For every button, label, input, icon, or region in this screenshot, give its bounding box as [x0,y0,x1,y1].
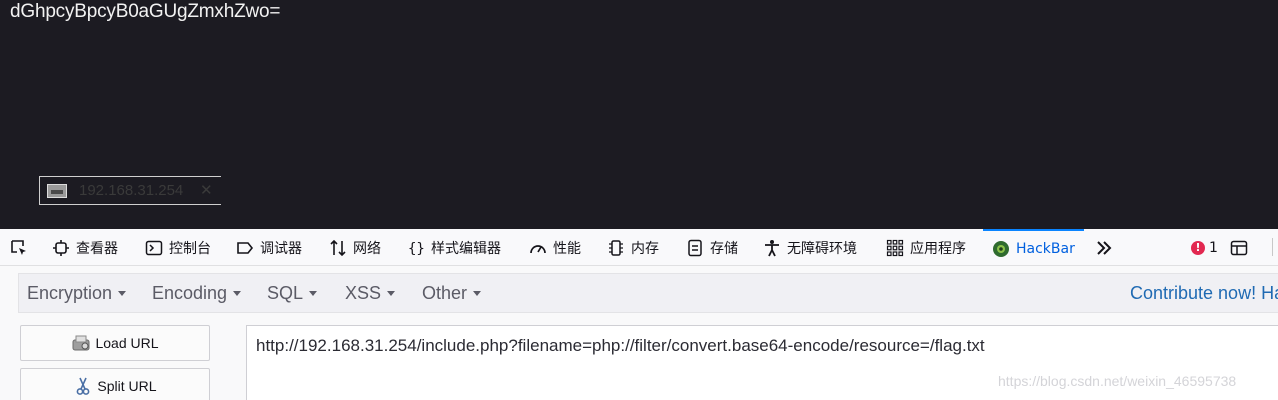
style-editor-icon: {} [407,239,425,257]
load-url-label: Load URL [95,335,159,351]
inspector-icon [52,239,70,257]
hackbar-menubar: Encryption Encoding SQL XSS Other Contri… [18,273,1278,313]
tab-network[interactable]: 网络 [329,229,381,266]
svg-text:{}: {} [408,241,425,257]
split-url-button[interactable]: Split URL [20,368,210,400]
watermark: https://blog.csdn.net/weixin_46595738 [998,373,1237,389]
load-url-button[interactable]: Load URL [20,325,210,361]
tab-label: 无障碍环境 [787,240,857,257]
tab-accessibility[interactable]: 无障碍环境 [763,229,857,266]
tab-tooltip: 192.168.31.254 ✕ [39,176,221,205]
dock-layout-button[interactable] [1230,229,1254,266]
accessibility-icon [763,239,781,257]
tab-application[interactable]: 应用程序 [886,229,966,266]
hackbar-icon [992,240,1010,258]
tab-label: 网络 [353,240,381,257]
devtools-toolbar: 查看器 控制台 调试器 网络 {} 样式编辑器 性能 内存 存储 无障碍环境 应… [0,229,1278,266]
network-icon [329,239,347,257]
memory-icon [607,239,625,257]
tab-label: 应用程序 [910,240,966,257]
tab-style-editor[interactable]: {} 样式编辑器 [407,229,501,266]
error-icon: ! [1191,240,1205,255]
page-viewport: dGhpcyBpcyB0aGUgZmxhZwo= 192.168.31.254 … [0,0,1278,229]
tab-performance[interactable]: 性能 [529,229,581,266]
dock-layout-icon [1230,239,1248,257]
tab-label: 样式编辑器 [431,240,501,257]
tab-label: 调试器 [260,240,302,257]
pick-element-icon [10,239,28,257]
page-body-text: dGhpcyBpcyB0aGUgZmxhZwo= [10,1,281,22]
performance-icon [529,239,547,257]
tab-label: 性能 [553,240,581,257]
debugger-icon [236,239,254,257]
contribute-clip: Contribute now! Ha [19,274,1278,312]
toolbar-divider [1272,238,1273,256]
tab-label: 查看器 [76,240,118,257]
chevron-double-right-icon [1095,239,1113,257]
tab-console[interactable]: 控制台 [145,229,211,266]
scissors-icon [73,376,93,396]
tab-memory[interactable]: 内存 [607,229,659,266]
page-thumbnail-icon [47,184,67,198]
tooltip-label: 192.168.31.254 [79,182,184,199]
error-count-badge[interactable]: ! 1 [1191,229,1218,266]
tab-label: 控制台 [169,240,211,257]
tab-label: 存储 [710,240,738,257]
error-count: 1 [1209,239,1218,256]
tab-debugger[interactable]: 调试器 [236,229,302,266]
tab-label: 内存 [631,240,659,257]
tab-label: HackBar [1016,240,1075,257]
storage-icon [686,239,704,257]
overflow-tabs-button[interactable] [1095,229,1119,266]
load-url-icon [71,333,91,353]
element-picker-button[interactable] [10,229,34,266]
tab-inspector[interactable]: 查看器 [52,229,118,266]
application-icon [886,239,904,257]
tooltip-close-icon: ✕ [200,181,213,199]
tab-hackbar[interactable]: HackBar [983,229,1084,266]
console-icon [145,239,163,257]
split-url-label: Split URL [97,378,157,394]
contribute-link[interactable]: Contribute now! Ha [1130,274,1278,312]
tab-storage[interactable]: 存储 [686,229,738,266]
url-value: http://192.168.31.254/include.php?filena… [256,336,985,355]
